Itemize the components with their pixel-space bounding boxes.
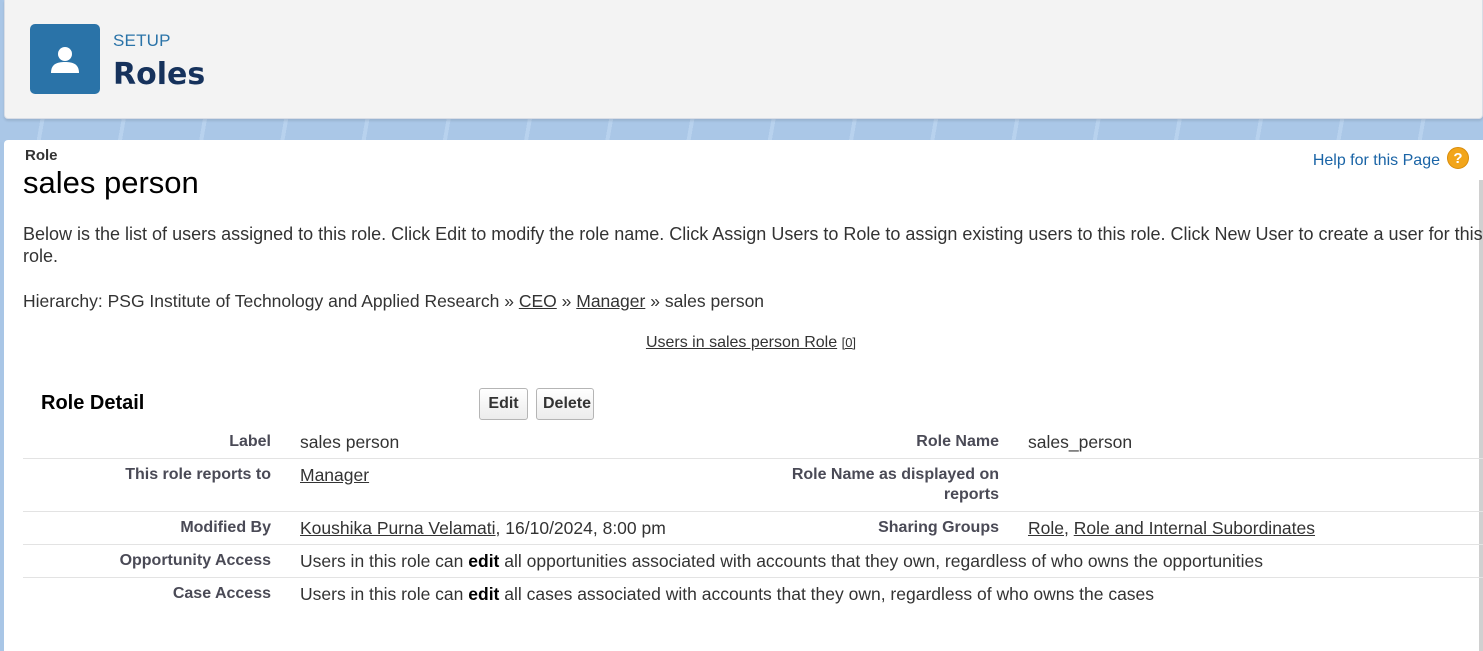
header-eyebrow: SETUP [113,31,171,50]
users-count-link[interactable]: [0] [842,335,856,350]
field-value-modified-by: Koushika Purna Velamati, 16/10/2024, 8:0… [300,511,750,545]
page-description: Below is the list of users assigned to t… [23,224,1483,266]
delete-button[interactable]: Delete [536,388,594,420]
users-in-role-link[interactable]: Users in sales person Role [646,334,837,351]
detail-row: Case Access Users in this role can edit … [23,578,1483,611]
access-level: edit [468,584,500,604]
record-type-label: Role [25,147,58,164]
users-in-role-section: Users in sales person Role [0] [4,334,1483,352]
hierarchy-separator: » [650,291,660,311]
field-label: Role Name [750,426,1028,459]
hierarchy-link-ceo[interactable]: CEO [519,291,557,311]
field-value-case-access: Users in this role can edit all cases as… [300,578,1483,611]
page-title: sales person [23,165,199,200]
user-icon [30,24,100,94]
hierarchy-link-manager[interactable]: Manager [576,291,645,311]
field-value-role-name: sales_person [1028,426,1483,459]
hierarchy-separator: » [504,291,514,311]
field-label: Label [23,426,300,459]
field-value-label: sales person [300,426,750,459]
header-title: Roles [113,57,206,92]
page-header: SETUP Roles [4,0,1483,119]
user-icon-glyph [51,47,79,73]
modified-by-date: , 16/10/2024, 8:00 pm [495,518,666,538]
field-value-role-name-reports [1028,458,1483,512]
sharing-group-role-link[interactable]: Role [1028,518,1064,538]
access-text: Users in this role can [300,551,469,571]
hierarchy-current: sales person [664,291,765,311]
detail-row: Label sales person Role Name sales_perso… [23,426,1483,459]
field-label: Opportunity Access [23,544,300,578]
sharing-group-subordinates-link[interactable]: Role and Internal Subordinates [1074,518,1315,538]
detail-row: This role reports to Manager Role Name a… [23,458,1483,512]
reports-to-link[interactable]: Manager [300,465,369,485]
field-value-sharing-groups: Role, Role and Internal Subordinates [1028,511,1483,545]
field-label: This role reports to [23,458,300,512]
main-content: Role sales person Help for this Page ? B… [4,140,1483,651]
role-detail-table: Label sales person Role Name sales_perso… [23,426,1483,610]
access-text: all opportunities associated with accoun… [499,551,1264,571]
field-value-opportunity-access: Users in this role can edit all opportun… [300,544,1483,578]
hierarchy-breadcrumb: Hierarchy: PSG Institute of Technology a… [23,291,764,312]
edit-button[interactable]: Edit [479,388,528,420]
field-label: Role Name as displayed on reports [750,458,1028,512]
field-label: Modified By [23,511,300,545]
hierarchy-separator: » [561,291,572,311]
question-icon[interactable]: ? [1447,147,1469,169]
hierarchy-prefix: Hierarchy: PSG Institute of Technology a… [23,291,500,311]
background-pattern [0,118,1483,142]
access-text: Users in this role can [300,584,469,604]
access-level: edit [468,551,500,571]
modified-by-user-link[interactable]: Koushika Purna Velamati [300,518,496,538]
help-link[interactable]: Help for this Page [1313,152,1440,170]
field-value-reports-to: Manager [300,458,750,512]
access-text: all cases associated with accounts that … [499,584,1155,604]
field-label: Case Access [172,585,271,602]
detail-row: Opportunity Access Users in this role ca… [23,544,1483,578]
detail-row: Modified By Koushika Purna Velamati, 16/… [23,511,1483,545]
field-label: Sharing Groups [750,511,1028,545]
sharing-group-separator: , [1064,518,1074,538]
section-title-role-detail: Role Detail [41,392,145,414]
